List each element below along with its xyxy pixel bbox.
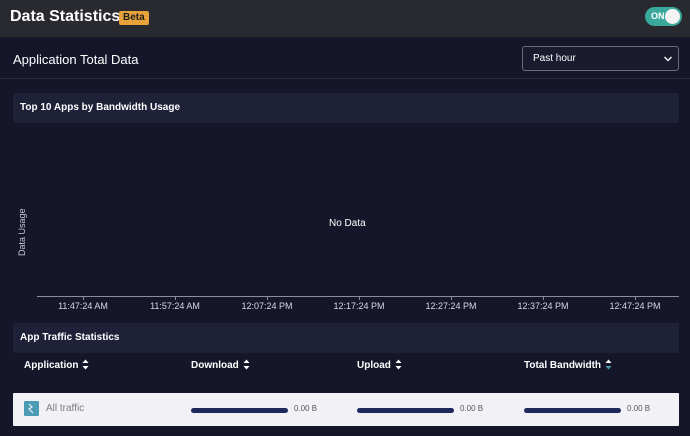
beta-badge: Beta (119, 11, 149, 25)
total-bandwidth-value: 0.00 B (627, 404, 651, 413)
x-axis-tick (451, 297, 452, 300)
x-tick-label: 12:47:24 PM (609, 301, 661, 311)
column-header-download[interactable]: Download (191, 359, 250, 371)
x-tick-label: 12:27:24 PM (425, 301, 477, 311)
application-name: All traffic (46, 403, 85, 414)
section-title: Application Total Data (13, 52, 139, 67)
top-bar: Data Statistics Beta ON (0, 0, 690, 38)
column-header-application[interactable]: Application (24, 359, 89, 371)
x-tick-label: 12:07:24 PM (241, 301, 293, 311)
x-axis-tick (267, 297, 268, 300)
chart-card-header: Top 10 Apps by Bandwidth Usage (13, 93, 679, 123)
column-header-upload[interactable]: Upload (357, 359, 402, 371)
enable-toggle[interactable]: ON (645, 7, 682, 26)
sort-icon (243, 359, 250, 370)
x-tick-label: 12:17:24 PM (333, 301, 385, 311)
y-axis-label: Data Usage (17, 208, 27, 256)
x-axis-line (37, 296, 679, 297)
download-bar (191, 408, 288, 413)
x-tick-label: 11:57:24 AM (150, 301, 200, 311)
traffic-icon (24, 401, 39, 416)
traffic-card-header: App Traffic Statistics (13, 323, 679, 353)
sort-icon (395, 359, 402, 370)
download-value: 0.00 B (294, 404, 318, 413)
x-axis-tick (359, 297, 360, 300)
toggle-label: ON (651, 11, 665, 21)
total-bandwidth-bar (524, 408, 621, 413)
x-axis-tick (175, 297, 176, 300)
chevron-down-icon (664, 56, 672, 62)
no-data-message: No Data (329, 218, 366, 229)
upload-bar (357, 408, 454, 413)
x-tick-label: 11:47:24 AM (58, 301, 108, 311)
sort-icon (605, 359, 612, 370)
traffic-card-title: App Traffic Statistics (20, 332, 120, 343)
x-tick-label: 12:37:24 PM (517, 301, 569, 311)
chart-card-title: Top 10 Apps by Bandwidth Usage (20, 102, 181, 113)
x-axis-tick (83, 297, 84, 300)
upload-value: 0.00 B (460, 404, 484, 413)
chart-y-axis: Data Usage (17, 208, 29, 316)
x-axis-tick (635, 297, 636, 300)
time-range-select[interactable]: Past hour (522, 46, 679, 71)
table-header: Application Download Upload Total Bandwi… (13, 359, 679, 384)
table-row[interactable]: All traffic 0.00 B 0.00 B 0.00 B (13, 393, 679, 426)
x-axis-tick (543, 297, 544, 300)
sort-icon (82, 359, 89, 370)
page-title: Data Statistics (10, 8, 121, 25)
toggle-knob (665, 9, 680, 24)
column-header-total-bandwidth[interactable]: Total Bandwidth (524, 359, 612, 371)
time-range-value: Past hour (533, 53, 576, 64)
